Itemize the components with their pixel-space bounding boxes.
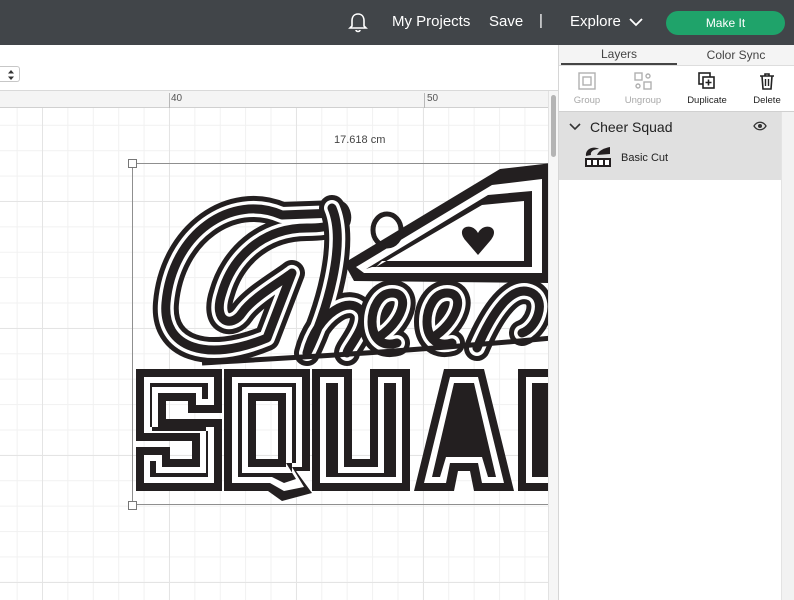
horizontal-ruler: 40 50	[0, 91, 548, 108]
layer-thumbnail-icon	[585, 147, 611, 167]
edit-toolbar	[0, 45, 558, 91]
panel-scrollbar[interactable]	[781, 112, 794, 600]
cheer-squad-design[interactable]	[132, 163, 548, 505]
duplicate-icon	[698, 72, 715, 89]
tab-layers[interactable]: Layers	[561, 45, 677, 65]
scrollbar-thumb[interactable]	[551, 95, 556, 157]
top-bar: My Projects Save | Explore Make It	[0, 0, 794, 45]
explore-menu[interactable]: Explore	[570, 13, 621, 30]
layers-list: Cheer Squad Basic Cut	[559, 112, 781, 600]
canvas-vertical-scrollbar[interactable]	[548, 91, 558, 600]
delete-button[interactable]: Delete	[739, 71, 794, 109]
my-projects-link[interactable]: My Projects	[392, 13, 470, 30]
make-it-button[interactable]: Make It	[666, 11, 785, 35]
bell-icon[interactable]	[348, 12, 368, 34]
layer-tools: Group Ungroup Duplicate Delete	[559, 65, 794, 112]
nav-separator: |	[539, 12, 543, 29]
megaphone-graphic	[344, 163, 548, 283]
group-button[interactable]: Group	[559, 71, 615, 109]
layer-group-name: Cheer Squad	[590, 119, 673, 135]
ungroup-label: Ungroup	[624, 95, 662, 106]
delete-label: Delete	[753, 95, 781, 106]
group-label: Group	[573, 95, 601, 106]
ungroup-button[interactable]: Ungroup	[615, 71, 671, 109]
save-link[interactable]: Save	[489, 13, 523, 30]
ruler-tick	[169, 93, 170, 108]
squad-block-letters	[136, 369, 548, 501]
panel-tabs: Layers Color Sync	[559, 45, 794, 65]
chevron-down-icon[interactable]	[629, 17, 643, 27]
eye-icon[interactable]	[753, 121, 767, 131]
chevron-down-icon[interactable]	[569, 122, 581, 132]
layer-name: Basic Cut	[621, 152, 669, 164]
ruler-label: 40	[171, 93, 183, 104]
duplicate-label: Duplicate	[687, 95, 727, 106]
ruler-tick	[424, 93, 425, 108]
trash-icon	[760, 73, 774, 90]
ungroup-icon	[634, 72, 652, 90]
layer-group-row[interactable]: Cheer Squad Basic Cut	[559, 112, 781, 180]
tab-color-sync[interactable]: Color Sync	[677, 45, 794, 65]
layers-panel: Layers Color Sync Group Ungroup Duplicat…	[558, 45, 794, 600]
width-dimension-label: 17.618 cm	[334, 134, 386, 146]
cheer-squad-artwork	[136, 163, 548, 501]
ruler-label: 50	[427, 93, 439, 104]
duplicate-button[interactable]: Duplicate	[679, 71, 735, 109]
stepper-arrows-icon	[8, 70, 14, 80]
value-stepper[interactable]	[0, 66, 20, 82]
group-icon	[578, 72, 596, 90]
